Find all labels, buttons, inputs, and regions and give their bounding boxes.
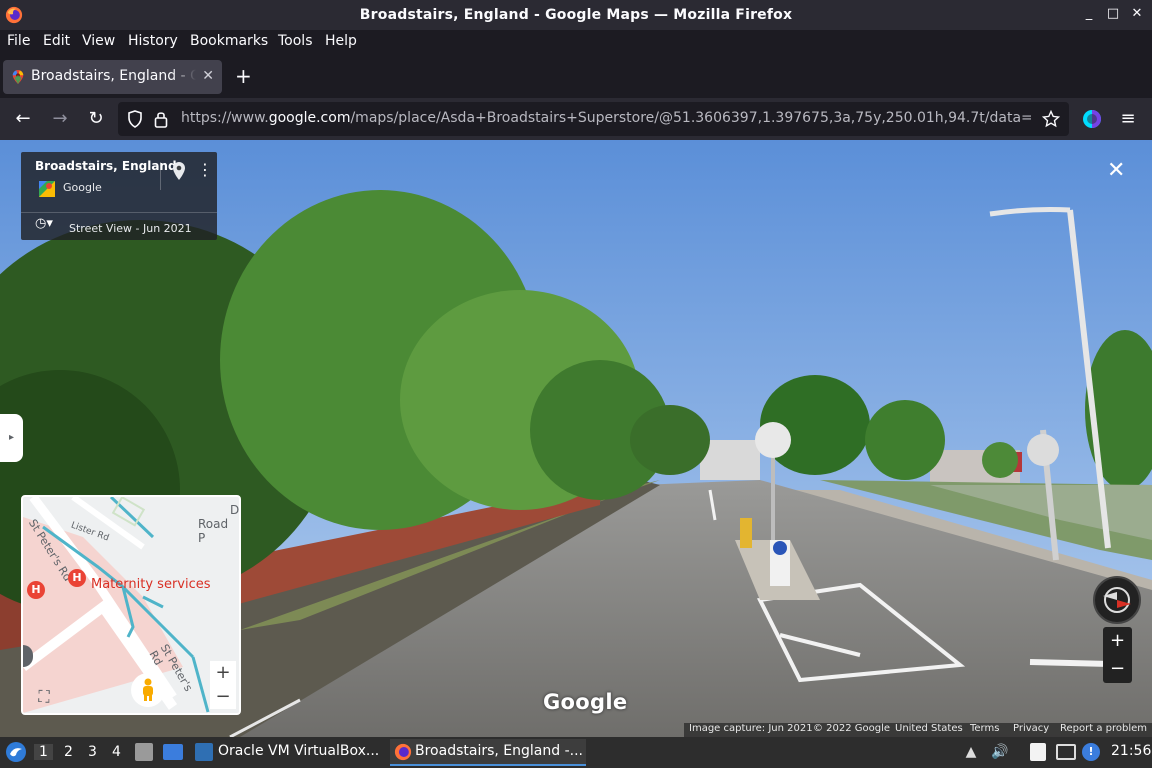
report-problem-link[interactable]: Report a problem: [1060, 723, 1147, 734]
back-button[interactable]: ←: [12, 108, 34, 130]
hospital-marker-icon[interactable]: H: [27, 581, 45, 599]
url-bar[interactable]: https://www.google.com/maps/place/Asda+B…: [118, 102, 1069, 136]
card-divider: [160, 162, 161, 190]
compass-needle-icon: [1103, 587, 1131, 613]
lock-icon[interactable]: [154, 110, 168, 128]
image-capture-date: Image capture: Jun 2021: [689, 723, 813, 734]
region-link[interactable]: United States: [895, 723, 963, 734]
menu-bar: File Edit View History Bookmarks Tools H…: [0, 30, 1152, 56]
volume-icon[interactable]: 🔊: [991, 743, 1009, 761]
task-label: Oracle VM VirtualBox...: [218, 743, 380, 759]
expand-side-panel-button[interactable]: ▸: [0, 414, 23, 462]
menu-file[interactable]: File: [7, 33, 30, 49]
zoom-in-button[interactable]: +: [1103, 627, 1132, 655]
menu-help[interactable]: Help: [325, 33, 357, 49]
menu-tools[interactable]: Tools: [278, 33, 313, 49]
menu-view[interactable]: View: [82, 33, 115, 49]
pegman-icon[interactable]: [131, 673, 165, 707]
account-avatar-icon[interactable]: [1082, 109, 1102, 129]
url-text[interactable]: https://www.google.com/maps/place/Asda+B…: [181, 110, 1031, 126]
task-firefox[interactable]: Broadstairs, England -...: [390, 739, 586, 766]
google-logo: Google: [543, 690, 628, 714]
tab-google-maps[interactable]: Broadstairs, England - Google Maps ✕: [3, 60, 222, 94]
google-maps-logo-icon: [39, 181, 55, 197]
compass-control[interactable]: [1093, 576, 1141, 624]
tab-close-icon[interactable]: ✕: [202, 68, 214, 84]
window-titlebar: Broadstairs, England - Google Maps — Moz…: [0, 0, 1152, 30]
place-title: Broadstairs, England: [35, 159, 177, 173]
street-label-road-p: Road P: [198, 517, 229, 545]
menu-bookmarks[interactable]: Bookmarks: [190, 33, 268, 49]
notification-icon[interactable]: !: [1082, 743, 1100, 761]
clipboard-icon[interactable]: [1030, 743, 1046, 761]
window-title: Broadstairs, England - Google Maps — Moz…: [359, 7, 793, 23]
workspace-3[interactable]: 3: [88, 744, 97, 760]
workspace-2[interactable]: 2: [64, 744, 73, 760]
tab-strip: Broadstairs, England - Google Maps ✕ +: [0, 56, 1152, 98]
close-window-button[interactable]: ✕: [1130, 6, 1144, 22]
minimap-zoom-in-button[interactable]: +: [210, 661, 236, 685]
virtualbox-icon: [195, 743, 213, 761]
firefox-icon: [394, 743, 412, 761]
system-clock[interactable]: 21:56: [1111, 743, 1151, 759]
app-menu-button[interactable]: ≡: [1117, 108, 1139, 130]
provider-name: Google: [63, 181, 102, 194]
history-clock-icon[interactable]: ◷▾: [35, 216, 53, 231]
street-view-date[interactable]: Street View - Jun 2021: [69, 222, 192, 235]
close-street-view-icon[interactable]: ✕: [1107, 160, 1125, 182]
reload-button[interactable]: ↻: [85, 108, 107, 130]
google-maps-favicon-icon: [12, 70, 24, 84]
maximize-button[interactable]: □: [1106, 6, 1120, 22]
task-virtualbox[interactable]: Oracle VM VirtualBox...: [193, 739, 383, 766]
start-menu-icon[interactable]: [5, 741, 27, 763]
zoom-out-button[interactable]: −: [1103, 655, 1132, 683]
location-info-card: Broadstairs, England Google ⋮ ◷▾ Street …: [21, 152, 217, 240]
workspace-1[interactable]: 1: [34, 744, 53, 760]
location-pin-icon[interactable]: [172, 161, 186, 181]
workspace-4[interactable]: 4: [112, 744, 121, 760]
file-manager-icon[interactable]: [135, 743, 153, 761]
street-label-d: D: [230, 503, 240, 517]
taskbar: 1 2 3 4 Oracle VM VirtualBox... Broadsta…: [0, 737, 1152, 768]
menu-history[interactable]: History: [128, 33, 178, 49]
privacy-link[interactable]: Privacy: [1013, 723, 1049, 734]
hospital-marker-icon[interactable]: H: [68, 569, 86, 587]
tab-title: Broadstairs, England - Google Maps: [31, 68, 196, 84]
minimize-button[interactable]: _: [1082, 6, 1096, 22]
show-desktop-icon[interactable]: [163, 744, 183, 760]
minimap[interactable]: St Peter's Rd Lister Rd St Peter's Rd Ro…: [21, 495, 241, 715]
attribution-bar: Image capture: Jun 2021 © 2022 Google Un…: [684, 723, 1152, 737]
street-view-panel[interactable]: Broadstairs, England Google ⋮ ◷▾ Street …: [0, 140, 1152, 737]
menu-edit[interactable]: Edit: [43, 33, 70, 49]
navigation-toolbar: ← → ↻ https://www.google.com/maps/place/…: [0, 98, 1152, 140]
new-tab-button[interactable]: +: [235, 66, 252, 86]
minimap-zoom-out-button[interactable]: −: [210, 685, 236, 709]
forward-button[interactable]: →: [49, 108, 71, 130]
network-icon[interactable]: [1056, 744, 1076, 760]
more-options-icon[interactable]: ⋮: [197, 160, 213, 180]
terms-link[interactable]: Terms: [970, 723, 999, 734]
tray-up-arrow-icon[interactable]: ▲: [962, 743, 980, 761]
poi-label-maternity-services[interactable]: Maternity services: [91, 577, 211, 592]
bookmark-star-icon[interactable]: [1042, 110, 1060, 128]
tracking-shield-icon[interactable]: [127, 110, 143, 128]
task-label: Broadstairs, England -...: [415, 743, 583, 759]
fullscreen-icon[interactable]: ⛶: [31, 685, 57, 709]
copyright-text: © 2022 Google: [813, 723, 891, 734]
zoom-controls: + −: [1103, 627, 1132, 683]
card-separator: [21, 212, 217, 213]
